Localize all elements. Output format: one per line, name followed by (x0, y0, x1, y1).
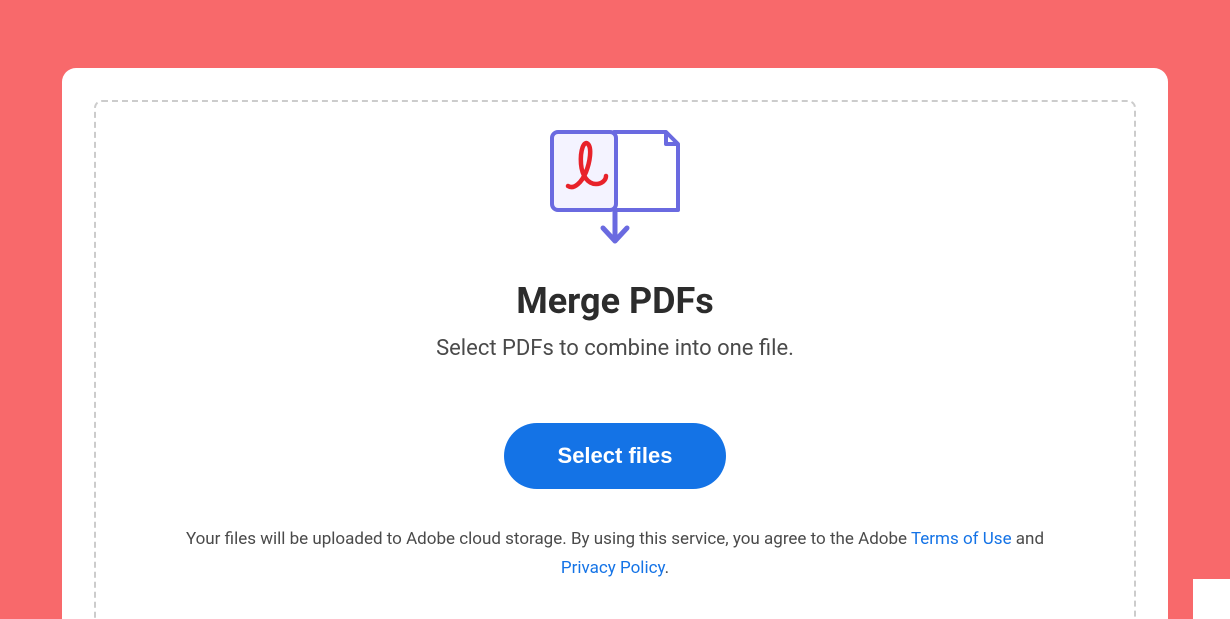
disclaimer-after: . (665, 558, 669, 578)
page-subtitle: Select PDFs to combine into one file. (436, 336, 794, 361)
disclaimer-mid: and (1012, 529, 1044, 549)
page-title: Merge PDFs (516, 280, 714, 322)
select-files-button[interactable]: Select files (504, 423, 727, 489)
merge-card: Merge PDFs Select PDFs to combine into o… (62, 68, 1168, 619)
dropzone[interactable]: Merge PDFs Select PDFs to combine into o… (94, 100, 1136, 619)
privacy-policy-link[interactable]: Privacy Policy (561, 558, 665, 578)
disclaimer-before: Your files will be uploaded to Adobe clo… (186, 529, 911, 549)
terms-of-use-link[interactable]: Terms of Use (911, 529, 1012, 549)
merge-pdf-icon (548, 128, 682, 252)
disclaimer-text: Your files will be uploaded to Adobe clo… (165, 525, 1065, 583)
